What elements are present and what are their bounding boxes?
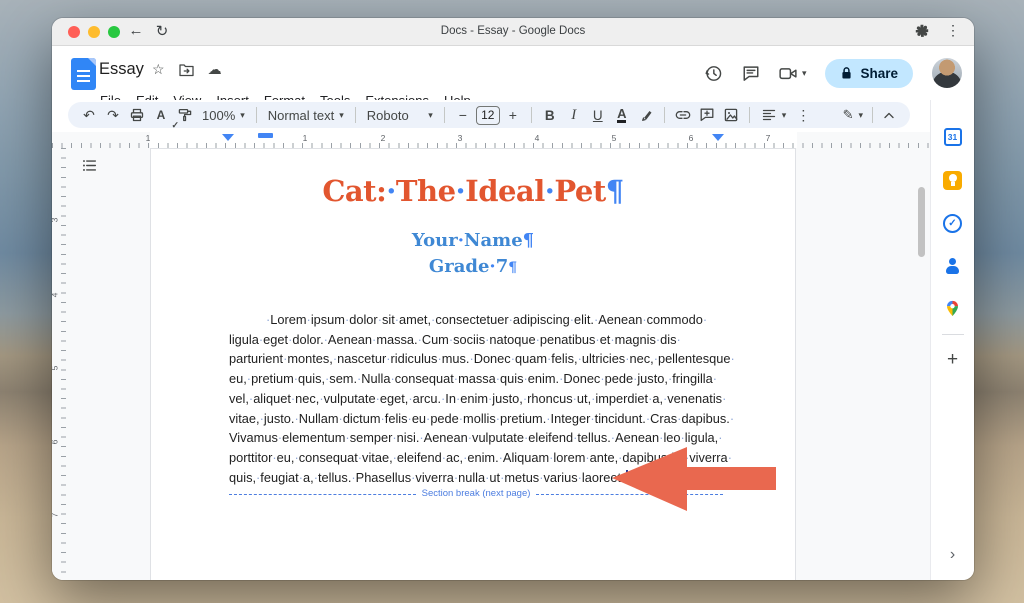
essay-author: Your·Name¶ bbox=[151, 230, 795, 251]
calendar-icon[interactable]: 31 bbox=[941, 125, 965, 149]
pilcrow-mark: ¶ bbox=[508, 260, 517, 276]
red-arrow-annotation bbox=[608, 443, 780, 515]
meet-dropdown-caret-icon[interactable]: ▾ bbox=[802, 68, 807, 79]
essay-title: Cat:·The·Ideal·Pet¶ bbox=[151, 174, 795, 208]
google-side-panel: 31 ✓ + › bbox=[930, 100, 974, 580]
docs-header: Essay ☆ ☁ File Edit View Insert Format T… bbox=[52, 46, 974, 100]
increase-font-size-button[interactable]: + bbox=[502, 103, 524, 127]
horizontal-ruler[interactable]: 1 1 2 3 4 5 6 7 bbox=[52, 132, 930, 148]
toolbar-pill: ↶ ↷ A✓ 100%▾ Normal text▾ Roboto▾ − 12 +… bbox=[68, 102, 910, 128]
move-to-folder-icon[interactable] bbox=[178, 63, 195, 77]
extensions-puzzle-icon[interactable] bbox=[914, 23, 930, 39]
toolbar: ↶ ↷ A✓ 100%▾ Normal text▾ Roboto▾ − 12 +… bbox=[52, 100, 930, 130]
lock-icon bbox=[840, 66, 853, 80]
google-docs-logo-icon[interactable] bbox=[71, 58, 96, 90]
section-break-dashes bbox=[229, 494, 416, 495]
first-line-indent-marker[interactable] bbox=[258, 133, 273, 138]
bold-icon[interactable]: B bbox=[539, 103, 561, 127]
desktop-wallpaper: { "browser": { "window_title": "Docs - E… bbox=[0, 0, 1024, 603]
paragraph-style-select[interactable]: Normal text▾ bbox=[264, 108, 348, 123]
video-camera-icon bbox=[779, 66, 797, 81]
font-size-input[interactable]: 12 bbox=[476, 106, 500, 125]
get-add-ons-plus-icon[interactable]: + bbox=[941, 348, 965, 372]
print-icon[interactable] bbox=[126, 103, 148, 127]
align-icon[interactable]: ▾ bbox=[757, 107, 791, 123]
hide-menus-chevron-up-icon[interactable] bbox=[878, 103, 900, 127]
left-indent-marker[interactable] bbox=[222, 134, 234, 141]
insert-image-icon[interactable] bbox=[720, 103, 742, 127]
section-break-label: Section break (next page) bbox=[422, 488, 531, 499]
font-select[interactable]: Roboto▾ bbox=[363, 108, 437, 123]
hide-side-panel-chevron-icon[interactable]: › bbox=[950, 546, 955, 564]
text-color-icon[interactable]: A bbox=[611, 103, 633, 127]
redo-icon[interactable]: ↷ bbox=[102, 103, 124, 127]
side-panel-divider bbox=[942, 334, 964, 335]
highlight-color-icon[interactable] bbox=[635, 103, 657, 127]
decrease-font-size-button[interactable]: − bbox=[452, 103, 474, 127]
tasks-icon[interactable]: ✓ bbox=[941, 211, 965, 235]
version-history-icon[interactable] bbox=[704, 64, 723, 83]
insert-link-icon[interactable] bbox=[672, 103, 694, 127]
italic-icon[interactable]: I bbox=[563, 103, 585, 127]
star-icon[interactable]: ☆ bbox=[152, 61, 165, 78]
right-indent-marker[interactable] bbox=[712, 134, 724, 141]
meet-video-call-button[interactable]: ▾ bbox=[779, 66, 807, 81]
keep-icon[interactable] bbox=[941, 168, 965, 192]
account-avatar[interactable] bbox=[932, 58, 962, 88]
more-toolbar-options-icon[interactable]: ⋮ bbox=[792, 103, 814, 127]
browser-titlebar: ← ↻ Docs - Essay - Google Docs ⋮ bbox=[52, 18, 974, 46]
document-outline-icon[interactable] bbox=[78, 154, 100, 176]
spellcheck-icon[interactable]: A✓ bbox=[150, 103, 172, 127]
pilcrow-mark: ¶ bbox=[523, 230, 534, 251]
comments-icon[interactable] bbox=[742, 65, 760, 82]
add-comment-icon[interactable] bbox=[696, 103, 718, 127]
editing-mode-pen-icon[interactable]: ✎▾ bbox=[839, 107, 867, 123]
document-page[interactable]: Cat:·The·Ideal·Pet¶ Your·Name¶ Grade·7¶ … bbox=[150, 148, 796, 580]
share-button[interactable]: Share bbox=[825, 59, 913, 88]
document-scrollbar[interactable] bbox=[918, 187, 925, 257]
browser-window: ← ↻ Docs - Essay - Google Docs ⋮ Essay ☆… bbox=[52, 18, 974, 580]
underline-icon[interactable]: U bbox=[587, 103, 609, 127]
contacts-icon[interactable] bbox=[941, 254, 965, 278]
maps-icon[interactable] bbox=[941, 297, 965, 321]
document-status-cloud-icon[interactable]: ☁ bbox=[208, 61, 222, 78]
zoom-select[interactable]: 100%▾ bbox=[198, 108, 249, 123]
essay-grade: Grade·7¶ bbox=[151, 256, 795, 277]
window-title: Docs - Essay - Google Docs bbox=[52, 25, 974, 37]
pilcrow-mark: ¶ bbox=[606, 174, 624, 208]
vertical-ruler[interactable]: 3 4 5 6 7 bbox=[52, 148, 66, 580]
share-button-label: Share bbox=[860, 66, 898, 81]
document-title-input[interactable]: Essay bbox=[99, 60, 144, 79]
browser-menu-icon[interactable]: ⋮ bbox=[946, 22, 960, 39]
undo-icon[interactable]: ↶ bbox=[78, 103, 100, 127]
